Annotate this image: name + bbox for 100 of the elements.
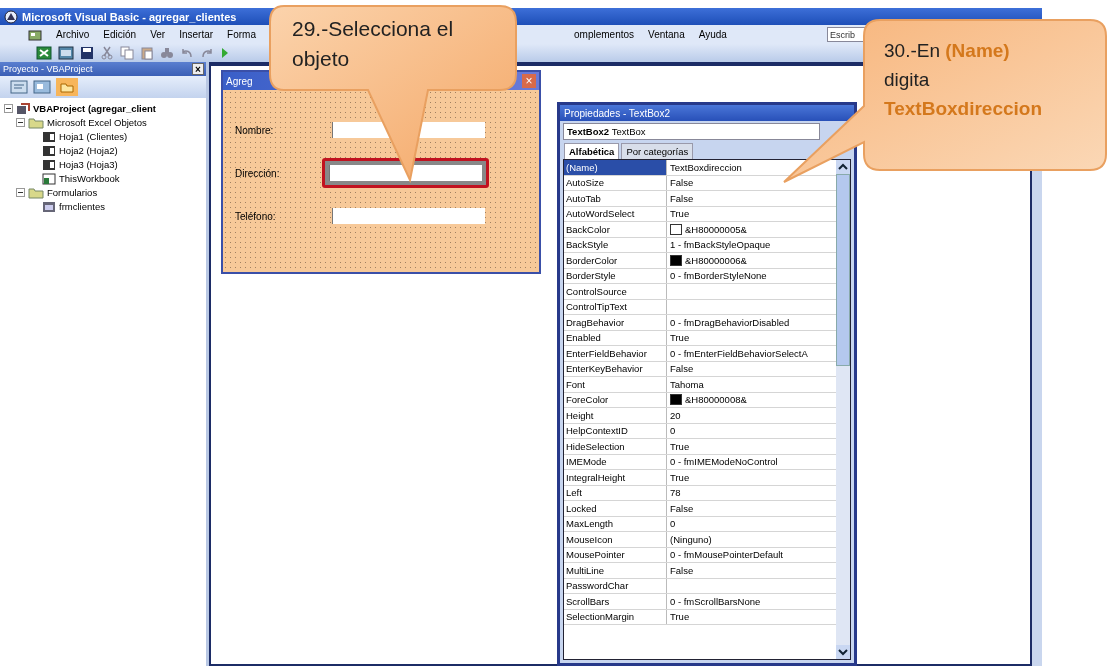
selected-textbox[interactable] — [322, 158, 489, 188]
paste-icon[interactable] — [140, 46, 154, 60]
object-dropdown[interactable]: TextBox2 TextBox — [563, 123, 820, 140]
property-value[interactable]: False — [670, 363, 694, 375]
property-value[interactable]: 0 — [670, 518, 676, 530]
property-value[interactable]: False — [670, 192, 694, 204]
tree-item[interactable]: Hoja2 (Hoja2) — [59, 145, 118, 156]
property-name[interactable]: BorderStyle — [564, 268, 667, 283]
save-icon[interactable] — [80, 46, 94, 60]
application-icon[interactable] — [28, 28, 42, 41]
form-icon — [42, 200, 56, 213]
property-name[interactable]: AutoSize — [564, 175, 667, 190]
property-name[interactable]: ScrollBars — [564, 594, 667, 609]
menu-item[interactable]: omplementos — [574, 29, 635, 40]
property-value[interactable]: 0 - fmScrollBarsNone — [670, 595, 761, 607]
property-name[interactable]: ControlTipText — [564, 299, 667, 314]
property-name[interactable]: IntegralHeight — [564, 470, 667, 485]
property-value[interactable]: True — [670, 332, 690, 344]
scroll-down-icon[interactable] — [836, 645, 850, 659]
property-name[interactable]: ForeColor — [564, 392, 667, 407]
property-value[interactable]: 0 — [670, 425, 676, 437]
property-name[interactable]: HelpContextID — [564, 423, 667, 438]
property-name[interactable]: BackStyle — [564, 237, 667, 252]
menu-item[interactable]: Ventana — [648, 29, 685, 40]
tree-item[interactable]: Microsoft Excel Objetos — [47, 117, 147, 128]
scrollbar-thumb[interactable] — [836, 174, 850, 366]
menu-item[interactable]: Edición — [103, 29, 137, 40]
property-name[interactable]: (Name) — [564, 160, 667, 175]
property-value[interactable]: True — [670, 611, 690, 623]
property-name[interactable]: Height — [564, 408, 667, 423]
property-value[interactable]: 0 - fmBorderStyleNone — [670, 270, 767, 282]
property-name[interactable]: PasswordChar — [564, 578, 667, 593]
redo-icon[interactable] — [200, 46, 214, 60]
property-value[interactable]: (Ninguno) — [670, 533, 712, 545]
folder-toggle-icon[interactable] — [56, 78, 78, 96]
property-name[interactable]: ControlSource — [564, 284, 667, 299]
property-name[interactable]: HideSelection — [564, 439, 667, 454]
view-code-icon[interactable] — [10, 80, 28, 94]
tree-item[interactable]: Hoja1 (Clientes) — [59, 131, 128, 142]
binoculars-icon[interactable] — [160, 46, 174, 60]
view-object-icon[interactable] — [33, 80, 51, 94]
tree-item[interactable]: Hoja3 (Hoja3) — [59, 159, 118, 170]
property-name[interactable]: DragBehavior — [564, 315, 667, 330]
property-name[interactable]: Locked — [564, 501, 667, 516]
property-value[interactable]: True — [670, 471, 690, 483]
close-button[interactable]: × — [192, 63, 204, 75]
property-value[interactable]: False — [670, 564, 694, 576]
property-name[interactable]: MousePointer — [564, 547, 667, 562]
property-value[interactable]: 0 - fmMousePointerDefault — [670, 549, 783, 561]
copy-icon[interactable] — [120, 46, 134, 60]
property-name[interactable]: IMEMode — [564, 454, 667, 469]
form-icon[interactable] — [58, 46, 74, 60]
property-value[interactable]: &H80000006& — [685, 254, 747, 266]
property-name[interactable]: Font — [564, 377, 667, 392]
property-name[interactable]: AutoWordSelect — [564, 206, 667, 221]
property-name[interactable]: Enabled — [564, 330, 667, 345]
property-value[interactable]: 0 - fmIMEModeNoControl — [670, 456, 778, 468]
property-value[interactable]: &H80000005& — [685, 223, 747, 235]
property-name[interactable]: BackColor — [564, 222, 667, 237]
undo-icon[interactable] — [180, 46, 194, 60]
property-name[interactable]: MouseIcon — [564, 532, 667, 547]
property-value[interactable]: 20 — [670, 409, 681, 421]
property-value[interactable]: 0 - fmDragBehaviorDisabled — [670, 316, 790, 328]
menu-item[interactable]: Ver — [150, 29, 166, 40]
property-value[interactable]: 78 — [670, 487, 681, 499]
collapse-toggle[interactable] — [16, 188, 25, 197]
tree-item[interactable]: ThisWorkbook — [59, 173, 120, 184]
menu-item[interactable]: Forma — [227, 29, 256, 40]
property-name[interactable]: SelectionMargin — [564, 609, 667, 624]
tree-item[interactable]: VBAProject (agregar_client — [33, 103, 156, 114]
property-name[interactable]: Left — [564, 485, 667, 500]
property-name[interactable]: BorderColor — [564, 253, 667, 268]
property-value[interactable]: False — [670, 177, 694, 189]
property-value[interactable]: TextBoxdireccion — [670, 161, 742, 173]
tree-item[interactable]: Formularios — [47, 187, 98, 198]
property-value[interactable]: 0 - fmEnterFieldBehaviorSelectA — [670, 347, 808, 359]
cut-icon[interactable] — [100, 46, 114, 60]
property-name[interactable]: MaxLength — [564, 516, 667, 531]
scroll-up-icon[interactable] — [836, 160, 850, 174]
scrollbar[interactable] — [836, 160, 850, 659]
property-value[interactable]: True — [670, 208, 690, 220]
property-name[interactable]: EnterKeyBehavior — [564, 361, 667, 376]
tab[interactable]: Por categorías — [621, 143, 694, 159]
menu-item[interactable]: Archivo — [56, 29, 90, 40]
tab[interactable]: Alfabética — [564, 143, 620, 159]
collapse-toggle[interactable] — [16, 118, 25, 127]
property-value[interactable]: &H80000008& — [685, 394, 747, 406]
property-name[interactable]: AutoTab — [564, 191, 667, 206]
property-value[interactable]: 1 - fmBackStyleOpaque — [670, 239, 771, 251]
tree-item[interactable]: frmclientes — [59, 201, 105, 212]
collapse-toggle[interactable] — [4, 104, 13, 113]
property-name[interactable]: MultiLine — [564, 563, 667, 578]
run-icon[interactable] — [220, 46, 230, 60]
property-value[interactable]: Tahoma — [670, 378, 704, 390]
menu-item[interactable]: Insertar — [179, 29, 214, 40]
property-value[interactable]: False — [670, 502, 694, 514]
spreadsheet-icon[interactable] — [36, 46, 52, 60]
property-name[interactable]: EnterFieldBehavior — [564, 346, 667, 361]
property-value[interactable]: True — [670, 440, 690, 452]
menu-item[interactable]: Ayuda — [698, 29, 727, 40]
